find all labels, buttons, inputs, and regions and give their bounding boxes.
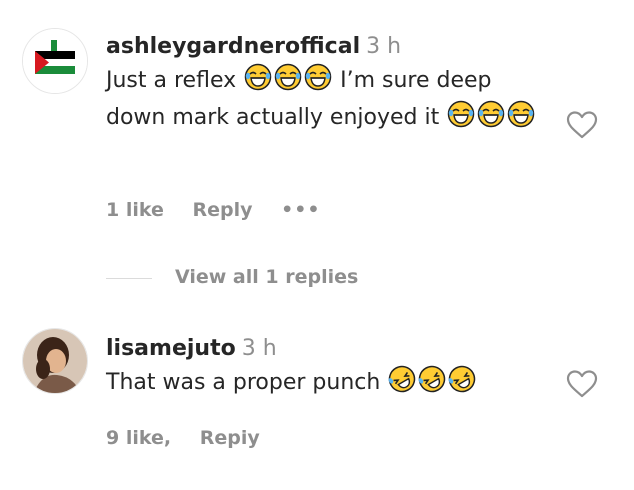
tears-of-joy-emoji-icon (274, 63, 302, 91)
user-avatar[interactable] (22, 328, 88, 394)
comment-timestamp: 3 h (366, 34, 402, 59)
profile-photo-avatar-icon (23, 329, 87, 393)
comment-text: That was a proper punch (106, 364, 546, 401)
comment-username[interactable]: ashleygardneroffical (106, 34, 360, 59)
tears-of-joy-emoji-icon (244, 63, 272, 91)
tears-of-joy-emoji-icon (447, 100, 475, 128)
flag-avatar-icon (23, 29, 87, 93)
reply-button[interactable]: Repiy (200, 427, 260, 449)
like-heart-icon[interactable] (565, 367, 599, 401)
comment-text-part: Just a reflex (106, 68, 237, 93)
comment-timestamp: 3 h (241, 336, 277, 361)
rolling-laughing-emoji-icon (418, 365, 446, 393)
tears-of-joy-emoji-icon (477, 100, 505, 128)
tears-of-joy-emoji-icon (507, 100, 535, 128)
like-count[interactable]: 9 like, (106, 427, 171, 449)
comment-text-part: That was a proper punch (106, 370, 381, 395)
rolling-laughing-emoji-icon (448, 365, 476, 393)
more-options-icon[interactable]: ••• (281, 199, 320, 221)
comment-text: Just a reflex I’m sure deep down mark ac… (106, 62, 546, 136)
user-avatar[interactable] (22, 28, 88, 94)
replies-divider (106, 278, 152, 279)
comment-item: ashleygardneroffical 3 h Just a reflex I’… (0, 0, 634, 260)
like-count[interactable]: 1 like (106, 199, 164, 221)
tears-of-joy-emoji-icon (304, 63, 332, 91)
reply-button[interactable]: Reply (193, 199, 253, 221)
comment-item: lisamejuto 3 h That was a proper punch 9 … (0, 320, 634, 490)
view-replies-button[interactable]: View all 1 replies (175, 266, 358, 288)
rolling-laughing-emoji-icon (388, 365, 416, 393)
like-heart-icon[interactable] (565, 108, 599, 142)
comment-username[interactable]: lisamejuto (106, 336, 236, 361)
